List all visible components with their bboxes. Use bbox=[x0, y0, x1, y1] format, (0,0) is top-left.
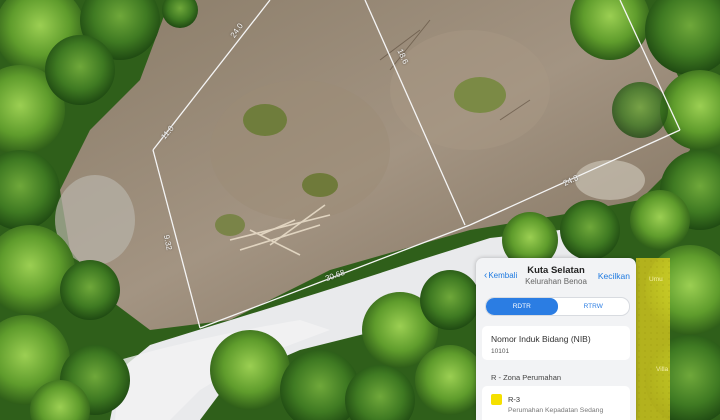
zone-section-label: R - Zona Perumahan bbox=[491, 373, 562, 382]
overlay-label: Villa bbox=[656, 366, 669, 373]
collapse-button[interactable]: Kecilkan bbox=[598, 271, 630, 281]
zone-description: Perumahan Kepadatan Sedang bbox=[508, 407, 604, 414]
tab-rtrw[interactable]: RTRW bbox=[558, 298, 630, 315]
overlay-label: Umu bbox=[649, 276, 663, 283]
zone-code: R-3 bbox=[508, 395, 521, 404]
parcel-info-panel: ‹ Kembali Kuta Selatan Kelurahan Benoa K… bbox=[476, 258, 636, 420]
nib-value: 10101 bbox=[491, 348, 510, 355]
nib-label: Nomor Induk Bidang (NIB) bbox=[491, 334, 591, 344]
nib-card: Nomor Induk Bidang (NIB) 10101 bbox=[482, 326, 630, 360]
zone-color-swatch bbox=[491, 394, 502, 405]
segmented-control: RDTR RTRW bbox=[485, 297, 630, 316]
zone-overlay[interactable]: Umu Villa bbox=[636, 258, 670, 420]
tab-rdtr[interactable]: RDTR bbox=[486, 298, 558, 315]
panel-header: ‹ Kembali Kuta Selatan Kelurahan Benoa K… bbox=[476, 258, 636, 296]
zone-card[interactable]: R-3 Perumahan Kepadatan Sedang bbox=[482, 386, 630, 420]
